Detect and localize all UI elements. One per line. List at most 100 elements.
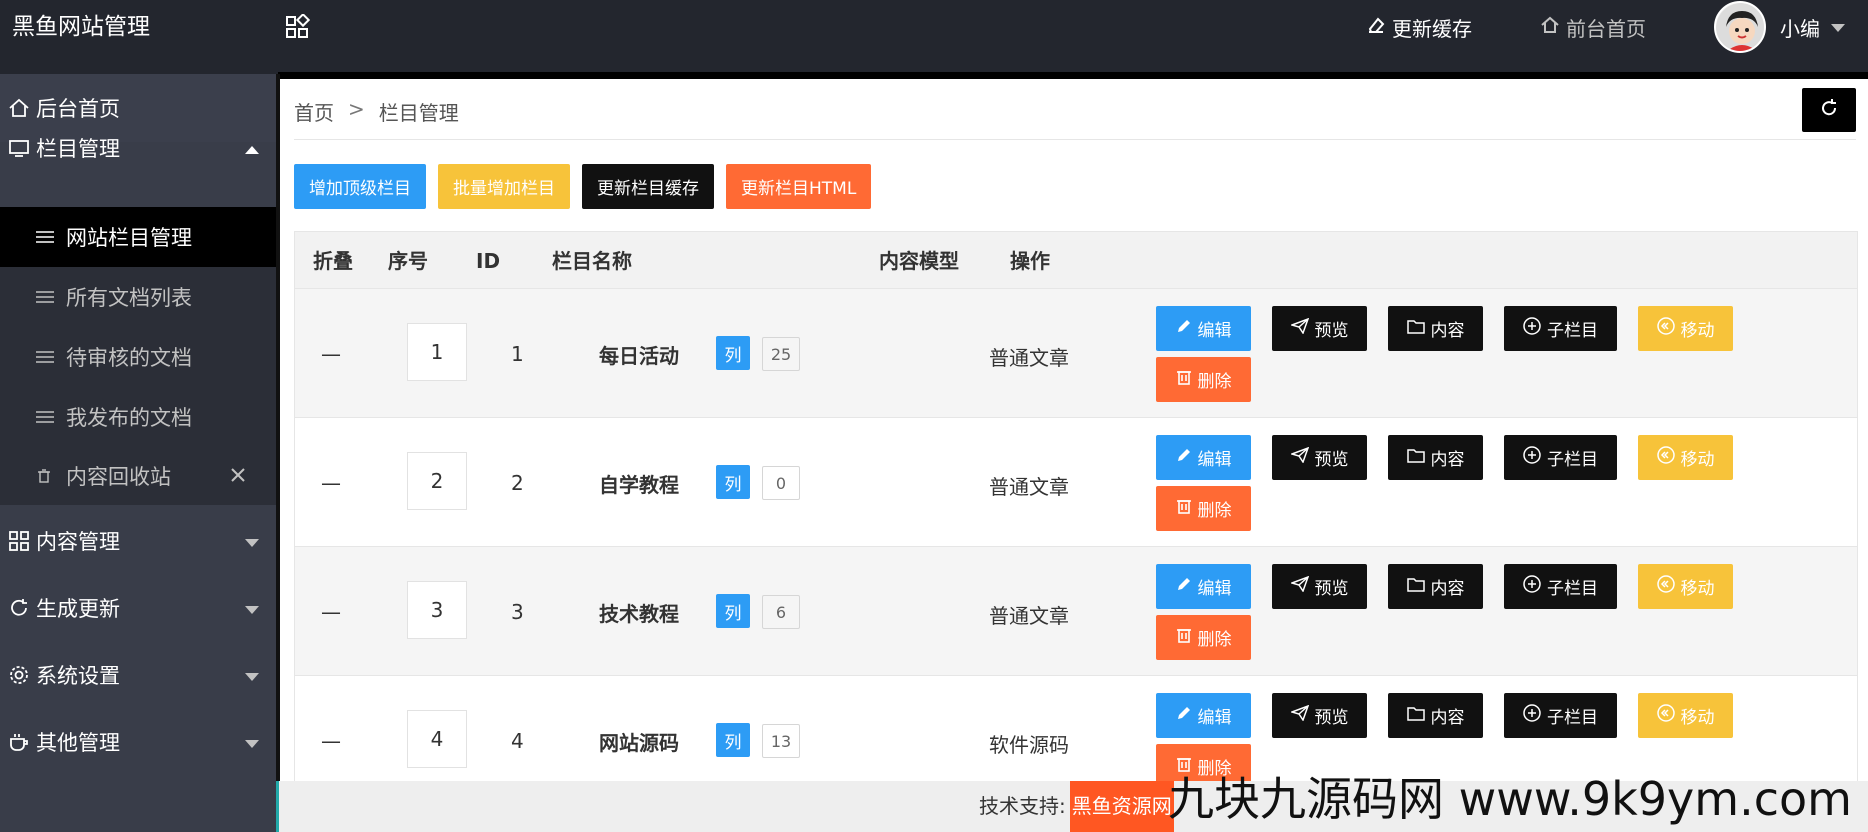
table-row: — 2 2 自学教程 列 0 普通文章 编辑 预览 内容 子栏目 移动 删除 xyxy=(294,418,1858,547)
close-icon[interactable] xyxy=(230,464,246,488)
edit-button[interactable]: 编辑 xyxy=(1156,564,1251,609)
content-button[interactable]: 内容 xyxy=(1388,564,1483,609)
front-home-label: 前台首页 xyxy=(1566,16,1646,41)
sidebar: 后台首页 栏目管理 网站栏目管理 所有文档列表 待审核的文档 我发布的文档 内容… xyxy=(0,74,276,832)
folder-icon xyxy=(1406,706,1425,726)
sidebar-item-content-mgmt[interactable]: 内容管理 xyxy=(0,507,276,575)
delete-label: 删除 xyxy=(1197,501,1232,521)
plus-circle-icon xyxy=(1523,446,1541,469)
preview-button[interactable]: 预览 xyxy=(1272,306,1367,351)
caret-down-icon[interactable] xyxy=(1830,18,1846,37)
add-child-button[interactable]: 子栏目 xyxy=(1504,693,1617,738)
caret-down-icon xyxy=(244,663,260,687)
sidebar-subitem-label: 我发布的文档 xyxy=(66,406,192,430)
content-label: 内容 xyxy=(1430,450,1465,470)
edit-label: 编辑 xyxy=(1197,321,1232,341)
move-button[interactable]: 移动 xyxy=(1638,306,1733,351)
front-home-link[interactable]: 前台首页 xyxy=(1540,13,1646,42)
child-label: 子栏目 xyxy=(1547,321,1598,341)
edit-button[interactable]: 编辑 xyxy=(1156,306,1251,351)
sidebar-subitem-pending-docs[interactable]: 待审核的文档 xyxy=(0,327,276,387)
order-input[interactable]: 2 xyxy=(407,452,467,510)
content-button[interactable]: 内容 xyxy=(1388,306,1483,351)
update-column-cache-button[interactable]: 更新栏目缓存 xyxy=(582,164,714,209)
cup-icon xyxy=(6,729,32,755)
delete-button[interactable]: 删除 xyxy=(1156,486,1251,531)
preview-label: 预览 xyxy=(1314,708,1349,728)
preview-button[interactable]: 预览 xyxy=(1272,693,1367,738)
sidebar-item-column-mgmt[interactable]: 栏目管理 xyxy=(0,114,276,181)
sidebar-subitem-recycle-bin[interactable]: 内容回收站 xyxy=(0,447,276,505)
sidebar-item-generate-update[interactable]: 生成更新 xyxy=(0,574,276,642)
column-name: 技术教程 xyxy=(599,602,679,626)
watermark: 九块九源码网 www.9k9ym.com xyxy=(1168,772,1852,826)
sidebar-item-label: 内容管理 xyxy=(36,530,120,554)
user-name[interactable]: 小编 xyxy=(1780,13,1820,42)
fold-toggle[interactable]: — xyxy=(321,342,341,366)
fold-toggle[interactable]: — xyxy=(321,729,341,753)
add-child-button[interactable]: 子栏目 xyxy=(1504,435,1617,480)
move-label: 移动 xyxy=(1680,579,1715,599)
footer-support: 技术支持: 黑鱼资源网 xyxy=(979,781,1174,832)
update-cache-link[interactable]: 更新缓存 xyxy=(1366,13,1472,42)
child-label: 子栏目 xyxy=(1547,708,1598,728)
main-content: 首页 > 栏目管理 增加顶级栏目 批量增加栏目 更新栏目缓存 更新栏目HTML … xyxy=(280,79,1868,832)
add-child-button[interactable]: 子栏目 xyxy=(1504,564,1617,609)
gear-icon xyxy=(6,662,32,688)
column-table: 折叠 序号 ID 栏目名称 内容模型 操作 — 1 1 每日活动 列 25 普通… xyxy=(294,231,1858,805)
caret-down-icon xyxy=(244,529,260,553)
batch-add-column-button[interactable]: 批量增加栏目 xyxy=(438,164,570,209)
sidebar-item-label: 其他管理 xyxy=(36,731,120,755)
preview-button[interactable]: 预览 xyxy=(1272,564,1367,609)
content-model: 普通文章 xyxy=(989,604,1069,628)
delete-button[interactable]: 删除 xyxy=(1156,357,1251,402)
preview-label: 预览 xyxy=(1314,450,1349,470)
refresh-button[interactable] xyxy=(1802,88,1856,132)
doc-count-badge: 25 xyxy=(762,337,800,371)
sidebar-subitem-my-docs[interactable]: 我发布的文档 xyxy=(0,387,276,447)
move-circle-icon xyxy=(1656,317,1675,340)
breadcrumb-home[interactable]: 首页 xyxy=(294,97,334,126)
order-input[interactable]: 4 xyxy=(407,710,467,768)
content-label: 内容 xyxy=(1430,321,1465,341)
fold-toggle[interactable]: — xyxy=(321,600,341,624)
add-child-button[interactable]: 子栏目 xyxy=(1504,306,1617,351)
breadcrumb-current: 栏目管理 xyxy=(378,101,459,125)
preview-button[interactable]: 预览 xyxy=(1272,435,1367,480)
add-top-column-button[interactable]: 增加顶级栏目 xyxy=(294,164,426,209)
order-input[interactable]: 3 xyxy=(407,581,467,639)
caret-up-icon xyxy=(244,136,260,160)
sidebar-subitem-label: 网站栏目管理 xyxy=(66,226,192,250)
col-order: 序号 xyxy=(388,249,428,273)
move-button[interactable]: 移动 xyxy=(1638,564,1733,609)
move-circle-icon xyxy=(1656,575,1675,598)
content-button[interactable]: 内容 xyxy=(1388,693,1483,738)
column-name: 自学教程 xyxy=(599,473,679,497)
edit-button[interactable]: 编辑 xyxy=(1156,435,1251,480)
folder-icon xyxy=(1406,319,1425,339)
update-column-html-button[interactable]: 更新栏目HTML xyxy=(726,164,872,209)
move-button[interactable]: 移动 xyxy=(1638,693,1733,738)
fold-toggle[interactable]: — xyxy=(321,471,341,495)
caret-down-icon xyxy=(244,730,260,754)
sidebar-subitem-site-columns[interactable]: 网站栏目管理 xyxy=(0,207,276,267)
footer-link[interactable]: 黑鱼资源网 xyxy=(1069,781,1174,832)
monitor-icon xyxy=(6,135,32,161)
grid-icon xyxy=(6,528,32,554)
sidebar-subitem-all-docs[interactable]: 所有文档列表 xyxy=(0,267,276,327)
sidebar-item-label: 生成更新 xyxy=(36,597,120,621)
delete-button[interactable]: 删除 xyxy=(1156,615,1251,660)
sidebar-item-other-mgmt[interactable]: 其他管理 xyxy=(0,708,276,776)
list-icon xyxy=(36,230,58,244)
pencil-icon xyxy=(1176,318,1192,339)
grid-menu-icon[interactable] xyxy=(284,12,311,40)
sidebar-subitem-label: 所有文档列表 xyxy=(66,286,192,310)
move-button[interactable]: 移动 xyxy=(1638,435,1733,480)
order-input[interactable]: 1 xyxy=(407,323,467,381)
edit-button[interactable]: 编辑 xyxy=(1156,693,1251,738)
content-button[interactable]: 内容 xyxy=(1388,435,1483,480)
footer-label: 技术支持: xyxy=(979,794,1066,818)
sidebar-item-system-settings[interactable]: 系统设置 xyxy=(0,641,276,709)
trash-icon xyxy=(1176,369,1192,390)
avatar[interactable] xyxy=(1714,1,1766,53)
